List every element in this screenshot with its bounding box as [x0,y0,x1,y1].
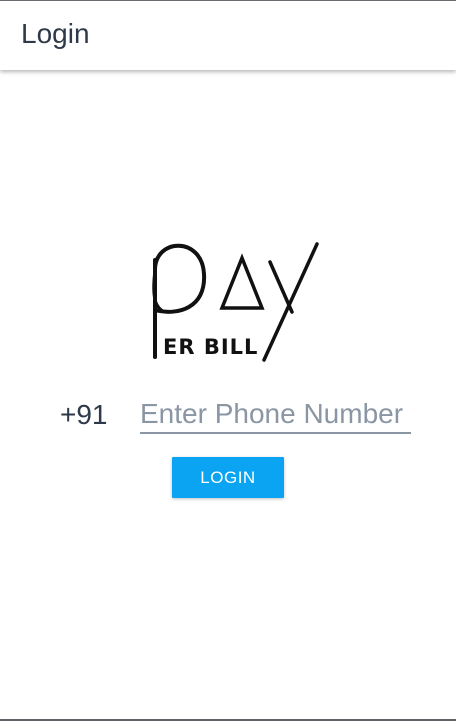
login-screen: Login ER BILL +91 LOGIN [0,0,456,721]
country-code-label: +91 [60,399,108,430]
app-bar: Login [0,1,456,70]
phone-number-input[interactable] [140,396,411,434]
login-button[interactable]: LOGIN [172,457,284,498]
pay-per-bill-logo: ER BILL [152,242,319,362]
logo-tagline: ER BILL [163,335,258,359]
page-title: Login [21,18,90,49]
